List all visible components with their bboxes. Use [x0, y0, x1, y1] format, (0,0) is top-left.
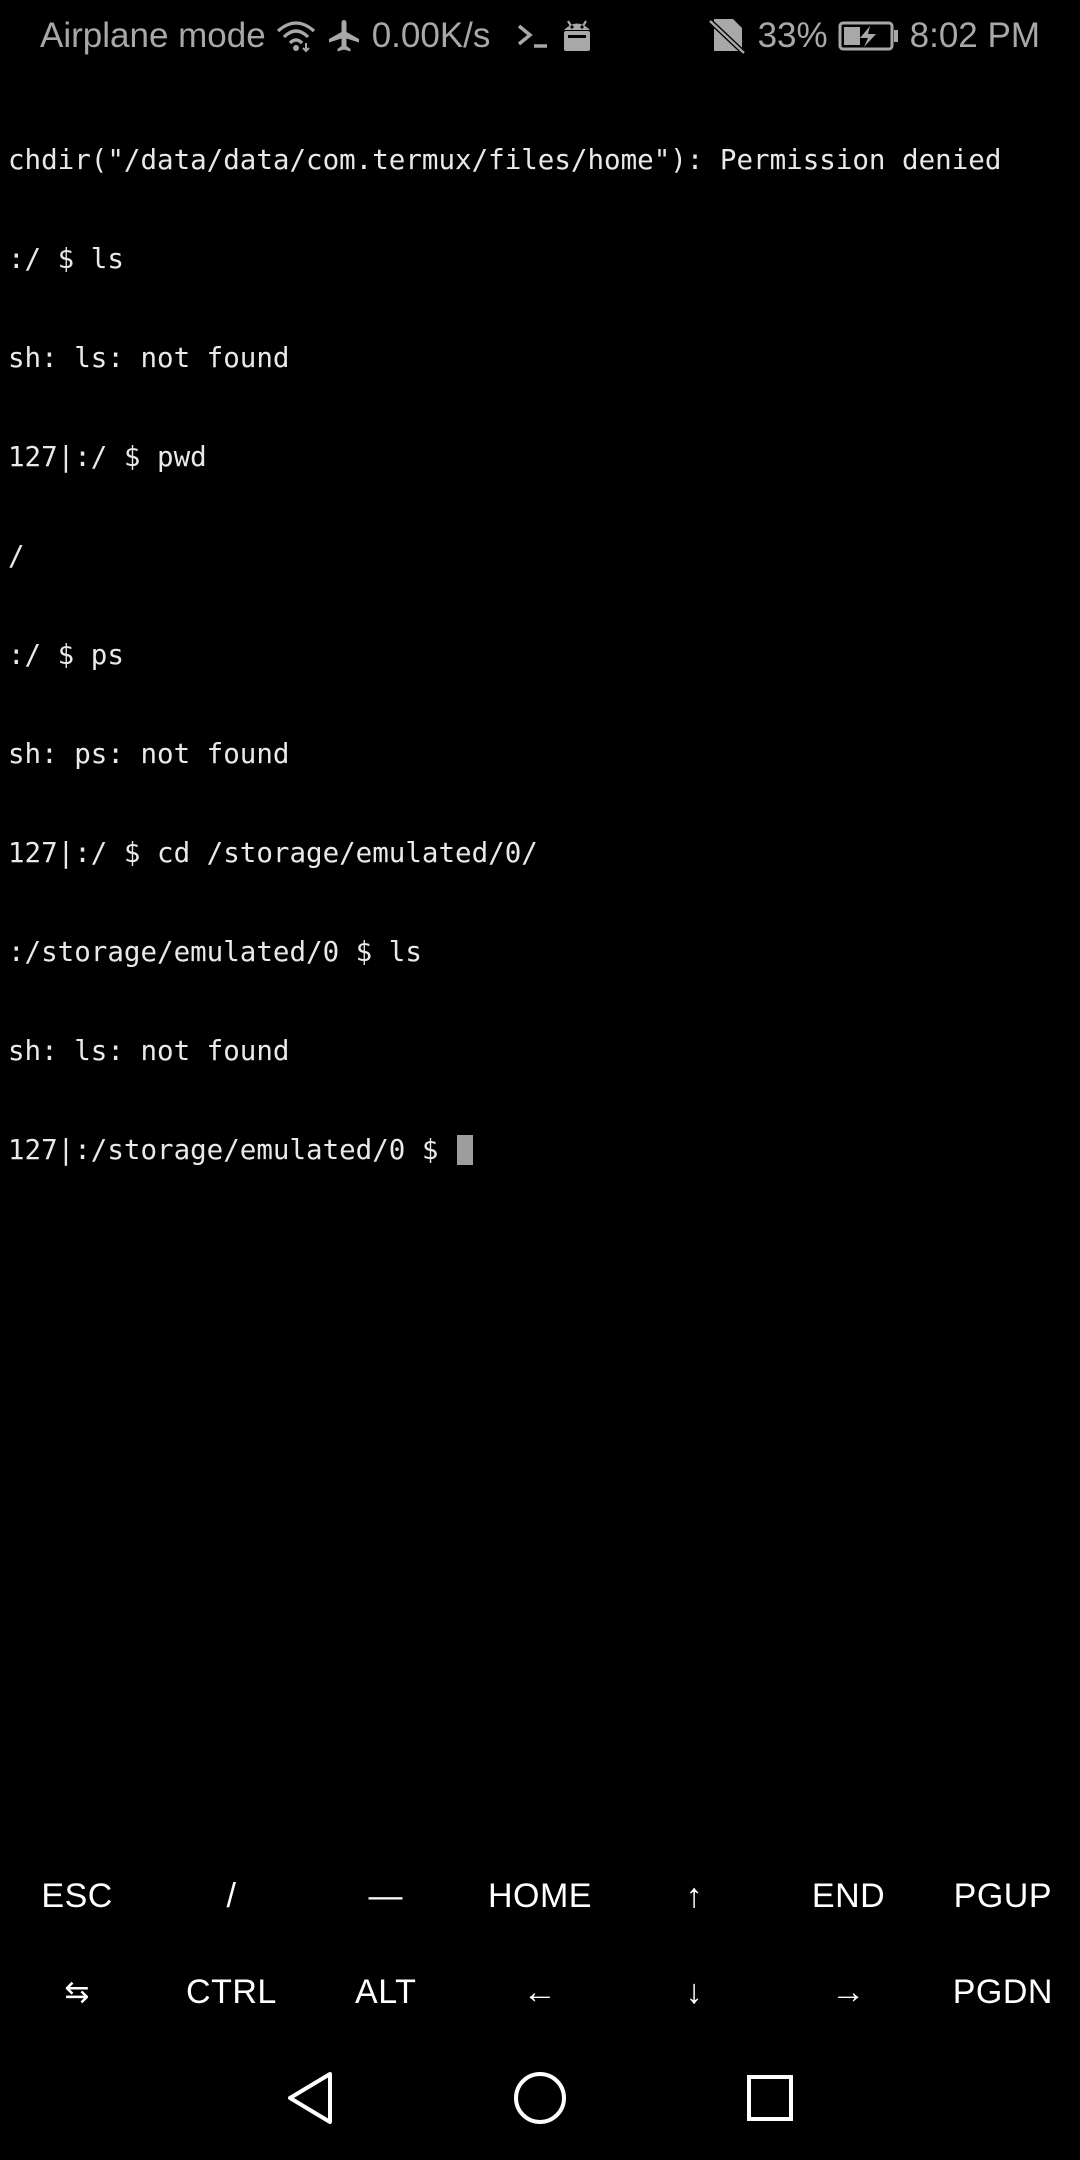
home-key[interactable]: HOME [463, 1848, 617, 1944]
pgup-key[interactable]: PGUP [926, 1848, 1080, 1944]
terminal-icon [516, 21, 550, 51]
extra-keys-bar: ESC / — HOME ↑ END PGUP ⇆ CTRL ALT ← ↓ →… [0, 1848, 1080, 2040]
recents-icon [745, 2073, 795, 2128]
alt-key[interactable]: ALT [309, 1944, 463, 2040]
network-speed: 0.00K/s [372, 16, 491, 56]
terminal-line: :/storage/emulated/0 $ ls [8, 936, 1072, 969]
terminal-line: sh: ls: not found [8, 342, 1072, 375]
left-arrow-key[interactable]: ← [463, 1944, 617, 2040]
terminal-line: :/ $ ls [8, 243, 1072, 276]
extra-keys-row-2: ⇆ CTRL ALT ← ↓ → PGDN [0, 1944, 1080, 2040]
back-icon [284, 2070, 336, 2131]
terminal-output[interactable]: chdir("/data/data/com.termux/files/home"… [8, 78, 1072, 1200]
home-icon [512, 2070, 568, 2131]
text-cursor [457, 1135, 473, 1165]
terminal-line: chdir("/data/data/com.termux/files/home"… [8, 144, 1072, 177]
pgdn-key[interactable]: PGDN [926, 1944, 1080, 2040]
status-left: Airplane mode 0.00K/s [40, 0, 594, 72]
terminal-line: 127|:/ $ pwd [8, 441, 1072, 474]
dash-key[interactable]: — [309, 1848, 463, 1944]
terminal-line: / [8, 540, 1072, 573]
battery-percent: 33% [758, 16, 828, 56]
tab-key[interactable]: ⇆ [0, 1944, 154, 2040]
status-bar: Airplane mode 0.00K/s [0, 0, 1080, 72]
clock: 8:02 PM [910, 16, 1040, 56]
esc-key[interactable]: ESC [0, 1848, 154, 1944]
slash-key[interactable]: / [154, 1848, 308, 1944]
terminal-line: 127|:/ $ cd /storage/emulated/0/ [8, 837, 1072, 870]
home-button[interactable] [470, 2040, 610, 2160]
recents-button[interactable] [700, 2040, 840, 2160]
navigation-bar [0, 2040, 1080, 2160]
ctrl-key[interactable]: CTRL [154, 1944, 308, 2040]
battery-charging-icon [838, 20, 900, 52]
down-arrow-key[interactable]: ↓ [617, 1944, 771, 2040]
right-arrow-key[interactable]: → [771, 1944, 925, 2040]
airplane-icon [326, 18, 362, 54]
terminal-line: :/ $ ps [8, 639, 1072, 672]
status-right: 33% 8:02 PM [708, 0, 1040, 72]
extra-keys-row-1: ESC / — HOME ↑ END PGUP [0, 1848, 1080, 1944]
terminal-line: sh: ls: not found [8, 1035, 1072, 1068]
no-sim-icon [708, 17, 748, 55]
android-icon [560, 19, 594, 53]
up-arrow-key[interactable]: ↑ [617, 1848, 771, 1944]
terminal-prompt-line[interactable]: 127|:/storage/emulated/0 $ [8, 1134, 1072, 1167]
wifi-icon [276, 19, 316, 53]
back-button[interactable] [240, 2040, 380, 2160]
airplane-mode-label: Airplane mode [40, 16, 266, 56]
terminal-line: sh: ps: not found [8, 738, 1072, 771]
end-key[interactable]: END [771, 1848, 925, 1944]
terminal-prompt: 127|:/storage/emulated/0 $ [8, 1134, 455, 1166]
